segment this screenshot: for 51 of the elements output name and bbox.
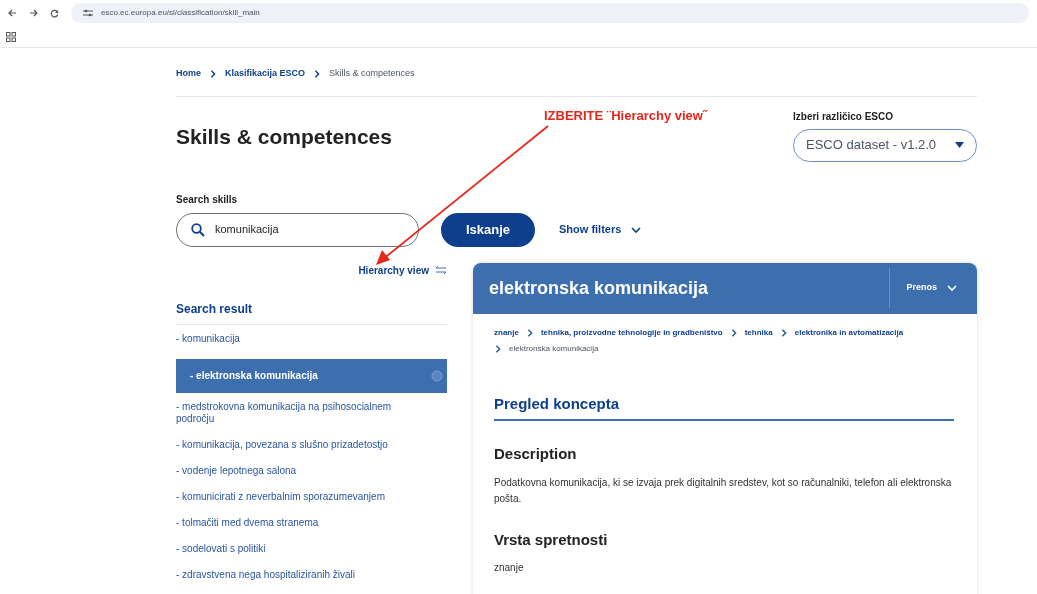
result-item[interactable]: - elektronska komunikacija: [176, 358, 447, 393]
path-link[interactable]: znanje: [494, 326, 519, 339]
caret-icon: [955, 142, 964, 148]
result-item[interactable]: - komunikacija, povezana s slušno prizadetostjo: [176, 438, 416, 451]
chevron-down-icon: [631, 224, 642, 235]
result-item[interactable]: - vodenje lepotnega salona: [176, 464, 416, 477]
annotation-text: IZBERITE ¨Hierarchy view˝: [544, 107, 708, 125]
result-item[interactable]: - komunicirati z neverbalnim sporazumevanjem: [176, 490, 416, 503]
section-text: znanje: [494, 561, 525, 575]
show-filters-button[interactable]: Show filters: [559, 221, 642, 238]
breadcrumb-link[interactable]: Home: [176, 67, 201, 81]
results-title: Search result: [176, 299, 447, 325]
result-item[interactable]: - tolmačiti med dvema stranema: [176, 516, 416, 529]
hierarchy-view-link[interactable]: Hierarchy view: [358, 262, 429, 278]
apps-icon[interactable]: [6, 31, 16, 42]
download-button[interactable]: Prenos: [889, 268, 977, 308]
section-heading: Description: [494, 444, 578, 464]
reload-icon[interactable]: [50, 8, 59, 18]
breadcrumb-current: Skills & competences: [329, 67, 415, 80]
swap-arrows-icon: [435, 265, 447, 275]
chevron-icon: [209, 69, 217, 78]
search-button[interactable]: Iskanje: [441, 212, 535, 247]
chevron-icon: [494, 344, 502, 353]
forward-icon[interactable]: [29, 9, 38, 17]
path-link[interactable]: tehnika, proizvodne tehnologije in gradbeništvo: [540, 326, 723, 339]
url-text: esco.ec.europa.eu/sl/classification/skill_main: [101, 7, 260, 19]
result-item[interactable]: - sodelovati s politiki: [176, 542, 416, 555]
address-bar[interactable]: esco.ec.europa.eu/sl/classification/skill_main: [71, 3, 1029, 23]
detail-title: elektronska komunikacija: [488, 276, 709, 300]
section-title: Pregled koncepta: [494, 392, 954, 421]
section-text: Podatkovna komunikacija, ki se izvaja prek digitalnih sredstev, kot so računalniki, telefon ali elektronska pošta.: [494, 475, 953, 506]
chevron-icon: [313, 69, 322, 78]
path-link[interactable]: elektronika in avtomatizacija: [794, 326, 904, 339]
back-icon[interactable]: [8, 9, 17, 17]
page-title: Skills & competences: [176, 123, 392, 150]
search-label: Search skills: [176, 192, 239, 207]
chevron-down-icon: [947, 283, 957, 293]
section-heading: Vrsta spretnosti: [494, 529, 609, 550]
chevron-icon: [525, 328, 534, 337]
breadcrumb-link[interactable]: Klasifikacija ESCO: [225, 67, 306, 81]
result-item[interactable]: - komunikacija: [176, 332, 416, 345]
version-label: Izberi različico ESCO: [793, 109, 895, 124]
site-settings-icon: [83, 9, 93, 17]
path-current: elektronska komunikacija: [509, 342, 599, 355]
search-icon: [191, 222, 205, 237]
circle-icon: [431, 369, 443, 382]
chevron-icon: [729, 328, 738, 337]
chevron-icon: [779, 328, 788, 337]
result-item[interactable]: - medstrokovna komunikacija na psihosocialnem področju: [176, 400, 416, 425]
path-link[interactable]: tehnika: [744, 326, 773, 339]
result-item[interactable]: - zdravstvena nega hospitaliziranih živali: [176, 568, 416, 581]
